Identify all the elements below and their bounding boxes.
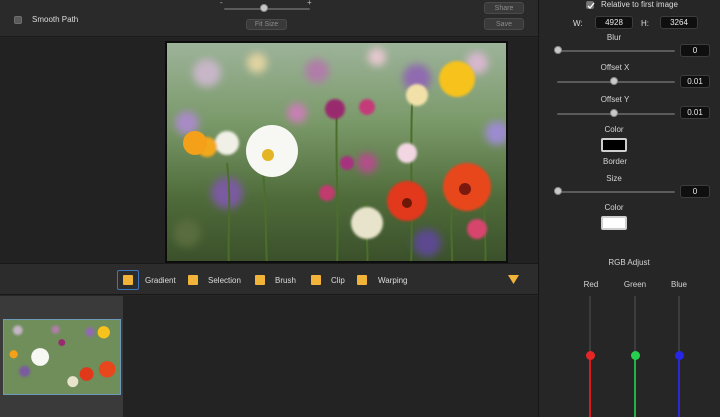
tool-bar: Gradient Selection Brush Clip Warping bbox=[0, 263, 538, 295]
size-slider-knob[interactable] bbox=[554, 187, 562, 195]
red-slider-knob[interactable] bbox=[586, 351, 595, 360]
zoom-out-icon[interactable]: - bbox=[220, 0, 223, 7]
red-label: Red bbox=[583, 280, 599, 289]
offset-x-slider-knob[interactable] bbox=[610, 77, 618, 85]
blue-slider-fill bbox=[678, 356, 680, 417]
blue-label: Blue bbox=[670, 280, 687, 289]
share-button[interactable]: Share bbox=[484, 2, 524, 14]
size-slider-track[interactable] bbox=[557, 191, 675, 193]
tool-warping-label[interactable]: Warping bbox=[378, 276, 408, 285]
width-label: W: bbox=[573, 19, 583, 28]
save-button[interactable]: Save bbox=[484, 18, 524, 30]
clip-tool-icon[interactable] bbox=[311, 275, 321, 285]
height-label: H: bbox=[641, 19, 649, 28]
top-toolbar: Smooth Path - + Fit Size Share Save bbox=[0, 0, 538, 37]
right-panel: Relative to first image W: 4928 H: 3264 … bbox=[538, 0, 720, 417]
blur-label: Blur bbox=[606, 33, 622, 42]
rgb-adjust-label: RGB Adjust bbox=[608, 258, 650, 267]
flower-field-image bbox=[167, 43, 506, 261]
main-photo[interactable] bbox=[165, 41, 508, 263]
blur-field[interactable]: 0 bbox=[680, 44, 710, 57]
offset-y-slider-knob[interactable] bbox=[610, 109, 618, 117]
warping-tool-icon[interactable] bbox=[357, 275, 367, 285]
size-label: Size bbox=[606, 174, 622, 183]
checkmark-icon bbox=[587, 2, 595, 9]
blue-slider-knob[interactable] bbox=[675, 351, 684, 360]
thumbnail-image[interactable] bbox=[3, 319, 121, 395]
offset-y-label: Offset Y bbox=[600, 95, 630, 104]
green-slider-knob[interactable] bbox=[631, 351, 640, 360]
thumbnail-panel bbox=[0, 296, 123, 417]
green-label: Green bbox=[623, 280, 647, 289]
relative-checkbox[interactable] bbox=[586, 1, 595, 9]
border-label: Border bbox=[602, 157, 627, 166]
triangle-down-icon[interactable] bbox=[508, 275, 519, 284]
app-window: Smooth Path - + Fit Size Share Save Grad… bbox=[0, 0, 720, 417]
zoom-in-icon[interactable]: + bbox=[307, 0, 312, 7]
width-field[interactable]: 4928 bbox=[595, 16, 633, 29]
thumbnail-flowers bbox=[4, 320, 120, 394]
gradient-tool-icon[interactable] bbox=[123, 275, 133, 285]
border-color-label: Color bbox=[604, 203, 624, 212]
size-field[interactable]: 0 bbox=[680, 185, 710, 198]
height-field[interactable]: 3264 bbox=[660, 16, 698, 29]
smooth-path-checkbox[interactable] bbox=[14, 16, 22, 24]
fit-size-button[interactable]: Fit Size bbox=[246, 19, 287, 30]
red-slider-fill bbox=[589, 356, 591, 417]
shadow-color-label: Color bbox=[604, 125, 624, 134]
brush-tool-icon[interactable] bbox=[255, 275, 265, 285]
offset-x-label: Offset X bbox=[600, 63, 630, 72]
offset-x-field[interactable]: 0.01 bbox=[680, 75, 710, 88]
selection-tool-icon[interactable] bbox=[188, 275, 198, 285]
shadow-color-swatch[interactable] bbox=[601, 138, 627, 152]
smooth-path-label: Smooth Path bbox=[32, 15, 79, 24]
blur-slider-knob[interactable] bbox=[554, 46, 562, 54]
tool-gradient-label[interactable]: Gradient bbox=[145, 276, 176, 285]
green-slider-fill bbox=[634, 356, 636, 417]
tool-selection-label[interactable]: Selection bbox=[208, 276, 241, 285]
relative-label: Relative to first image bbox=[601, 0, 678, 9]
border-color-swatch[interactable] bbox=[601, 216, 627, 230]
offset-y-field[interactable]: 0.01 bbox=[680, 106, 710, 119]
tool-clip-label[interactable]: Clip bbox=[331, 276, 345, 285]
blur-slider-track[interactable] bbox=[557, 50, 675, 52]
zoom-slider-knob[interactable] bbox=[260, 4, 268, 12]
tool-brush-label[interactable]: Brush bbox=[275, 276, 296, 285]
